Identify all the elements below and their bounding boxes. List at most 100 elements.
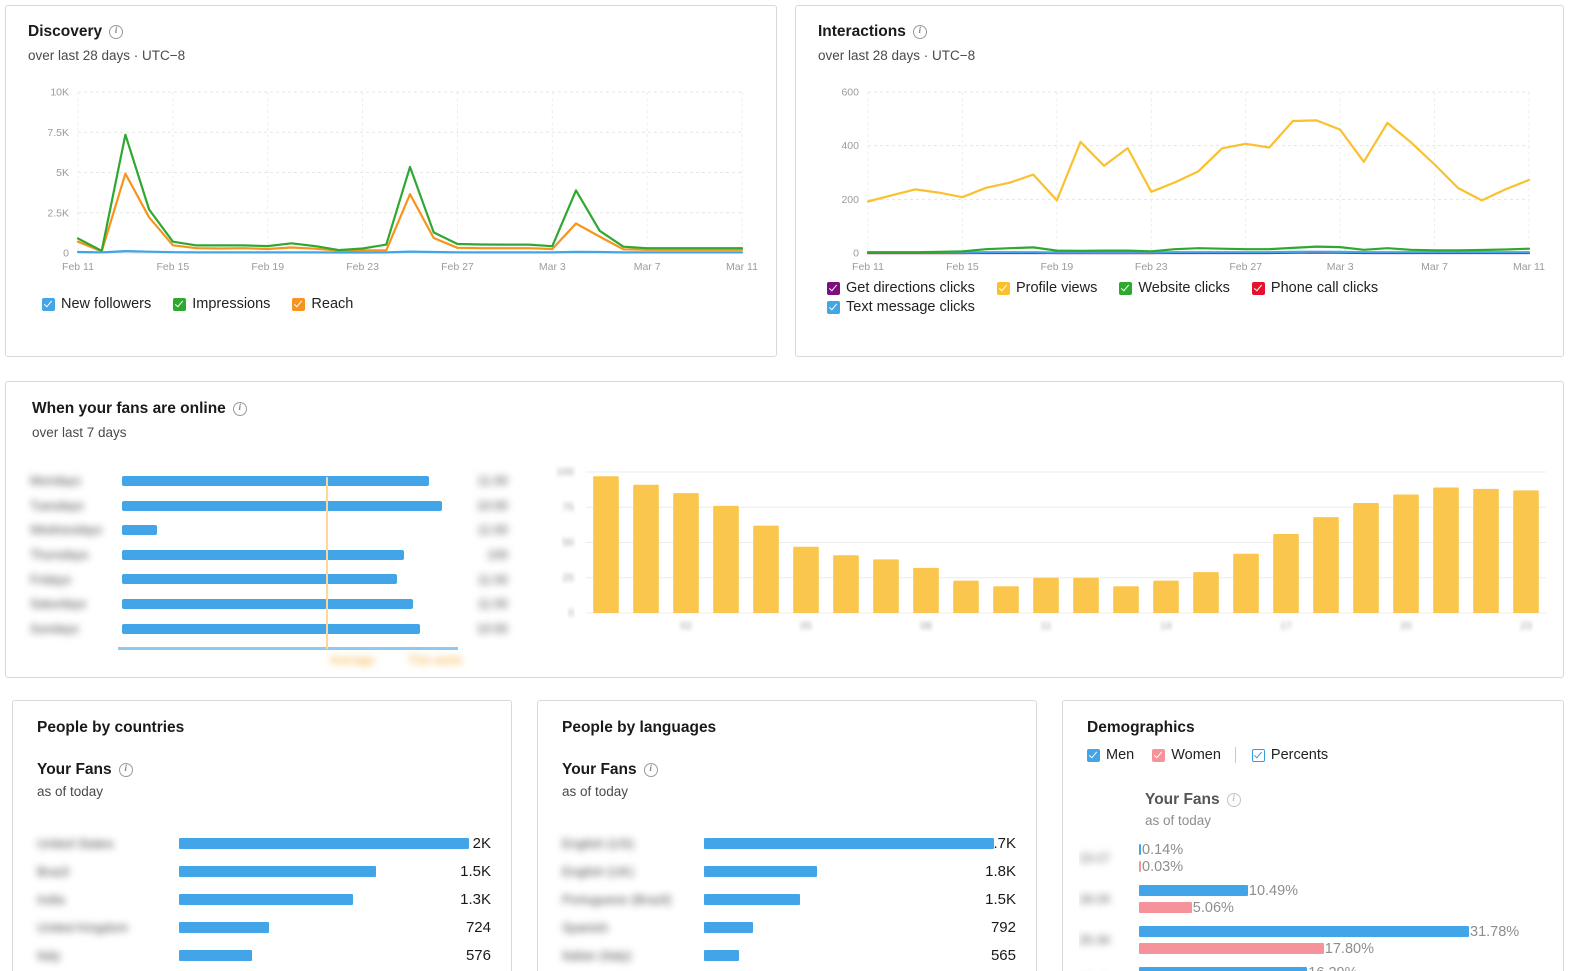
svg-text:25: 25: [562, 572, 574, 584]
legend-item-men[interactable]: Men: [1087, 747, 1134, 763]
legend-label-profile-views: Profile views: [1015, 280, 1098, 296]
svg-text:Mar 3: Mar 3: [1327, 261, 1354, 273]
svg-text:02: 02: [680, 620, 692, 632]
demographics-title: Demographics: [1087, 719, 1195, 736]
interactions-subtitle: over last 28 days · UTC−8: [818, 48, 976, 63]
footer-legend-average: Average: [330, 653, 375, 668]
legend-item-percents[interactable]: Percents: [1251, 747, 1329, 763]
checkbox-percents[interactable]: [1251, 748, 1265, 762]
fans-online-value: 10:00: [476, 498, 508, 513]
countries-as-of: as of today: [37, 784, 104, 799]
languages-as-of: as of today: [562, 784, 629, 799]
svg-text:05: 05: [800, 620, 812, 632]
checkbox-website-clicks[interactable]: [1119, 281, 1133, 295]
legend-label-percents: Percents: [1270, 747, 1329, 763]
fans-online-value: 11:00: [477, 572, 508, 587]
discovery-card: Discovery i over last 28 days · UTC−8 0 2…: [5, 5, 777, 357]
value-label: 1.5K: [460, 862, 491, 880]
demographics-your-fans: Your Fans i: [1145, 791, 1241, 809]
bar-track: [704, 913, 962, 941]
women-bar: [1139, 902, 1192, 913]
svg-text:2.5K: 2.5K: [47, 207, 69, 219]
svg-text:Mar 7: Mar 7: [634, 261, 661, 273]
info-icon[interactable]: i: [1226, 793, 1241, 807]
checkbox-reach[interactable]: [292, 297, 306, 311]
bar-track: [179, 941, 437, 969]
info-icon[interactable]: i: [643, 763, 658, 777]
svg-text:600: 600: [841, 87, 859, 99]
women-percent: 17.80%: [1324, 940, 1374, 957]
legend-item-website-clicks[interactable]: Website clicks: [1119, 280, 1230, 296]
language-name: Portuguese (Brazil): [562, 891, 672, 907]
fans-online-bar: [122, 500, 442, 511]
fans-online-day-label: Thursdays: [30, 548, 89, 563]
demographics-legend: Men Women Percents: [1087, 747, 1539, 766]
svg-text:0: 0: [853, 248, 859, 260]
discovery-title: Discovery i: [28, 23, 754, 41]
fans-online-row: Mondays 11:00: [30, 469, 520, 494]
demographics-bar-line: 5.06%: [1139, 899, 1565, 916]
value-label: 724: [465, 918, 491, 936]
value-label: 792: [990, 918, 1016, 936]
legend-item-women[interactable]: Women: [1152, 747, 1221, 763]
country-name: United States: [37, 835, 114, 851]
bar-track: [704, 829, 994, 857]
svg-text:Feb 15: Feb 15: [946, 261, 979, 273]
demographics-bars: 0.14% 0.03%: [1139, 841, 1565, 875]
country-name: United Kingdom: [37, 919, 129, 935]
country-name: Italy: [37, 947, 61, 963]
info-icon[interactable]: i: [109, 25, 124, 39]
bar: [704, 950, 739, 961]
checkbox-men[interactable]: [1087, 748, 1100, 762]
legend-item-profile-views[interactable]: Profile views: [996, 280, 1098, 296]
demographics-bar-line: 0.14%: [1139, 841, 1565, 858]
legend-item-new-followers[interactable]: New followers: [42, 296, 151, 312]
fans-online-row: Wednesdays 11:00: [30, 518, 520, 543]
demographics-bar-line: 0.03%: [1139, 858, 1565, 875]
checkbox-profile-views[interactable]: [996, 281, 1010, 295]
list-item: Italy 576: [37, 941, 491, 969]
demographics-bars: 16.29%9.25%: [1139, 964, 1565, 971]
analytics-dashboard: Discovery i over last 28 days · UTC−8 02…: [0, 0, 1569, 971]
checkbox-get-directions-clicks[interactable]: [827, 281, 840, 295]
svg-text:50: 50: [562, 537, 574, 549]
fans-online-day-label: Sundays: [30, 621, 79, 636]
checkbox-phone-call-clicks[interactable]: [1251, 281, 1265, 295]
discovery-title-text: Discovery: [28, 23, 103, 40]
languages-list: English (US) 4.7K English (UK) 1.8K Portugue…: [562, 829, 1016, 969]
legend-item-get-directions-clicks[interactable]: Get directions clicks: [827, 280, 975, 296]
checkbox-impressions[interactable]: [173, 297, 187, 311]
checkbox-women[interactable]: [1152, 748, 1166, 762]
fans-online-row: Sundays 10:00: [30, 617, 520, 642]
fans-online-bar-track: [122, 617, 442, 642]
legend-item-impressions[interactable]: Impressions: [173, 296, 270, 312]
info-icon[interactable]: i: [912, 25, 927, 39]
fans-online-bar: [122, 574, 398, 585]
checkbox-new-followers[interactable]: [42, 297, 55, 311]
bar-track: [179, 913, 437, 941]
legend-item-phone-call-clicks[interactable]: Phone call clicks: [1251, 280, 1378, 296]
fans-online-bar: [122, 525, 158, 536]
checkbox-text-message-clicks[interactable]: [827, 300, 840, 314]
svg-text:14: 14: [1160, 620, 1172, 632]
demographics-bar-line: 16.29%: [1139, 964, 1565, 971]
fans-online-bar-track: [122, 592, 442, 617]
men-percent: 16.29%: [1308, 965, 1357, 971]
fans-online-row: Tuesdays 10:00: [30, 494, 520, 519]
fans-online-day-label: Mondays: [30, 474, 81, 489]
bar-track: [704, 885, 962, 913]
svg-text:Feb 15: Feb 15: [157, 261, 190, 273]
fans-online-row: Thursdays 100: [30, 543, 520, 568]
demographics-row: 25-34 31.78% 17.80%: [1079, 923, 1565, 957]
legend-item-text-message-clicks[interactable]: Text message clicks: [827, 299, 975, 315]
list-item: English (UK) 1.8K: [562, 857, 1016, 885]
fans-online-bar-track: [122, 518, 442, 543]
men-percent: 10.49%: [1248, 882, 1299, 899]
info-icon[interactable]: i: [118, 763, 133, 777]
country-name: Brazil: [37, 863, 69, 879]
age-bracket-label: 25-34: [1079, 933, 1110, 947]
info-icon[interactable]: i: [232, 402, 247, 416]
list-item: India 1.3K: [37, 885, 491, 913]
legend-item-reach[interactable]: Reach: [292, 296, 353, 312]
bar: [179, 866, 377, 877]
